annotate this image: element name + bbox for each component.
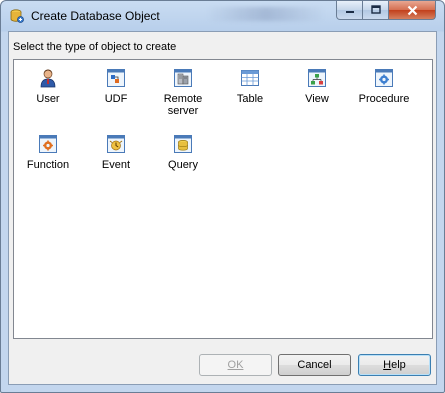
object-item-udf[interactable]: UDF: [86, 68, 146, 105]
object-label: Event: [101, 159, 131, 171]
object-item-view[interactable]: View: [287, 68, 347, 105]
help-button-mnemonic: H: [383, 359, 392, 371]
event-icon: [107, 135, 125, 153]
cancel-button-label: Cancel: [297, 359, 332, 371]
title-bar[interactable]: Create Database Object: [1, 1, 444, 31]
database-icon: [10, 9, 24, 23]
object-label: Function: [26, 159, 70, 171]
table-icon: [241, 70, 259, 86]
blurred-region: [206, 7, 326, 21]
function-icon: [39, 135, 57, 153]
udf-icon: [107, 69, 125, 87]
view-icon: [308, 69, 326, 87]
prompt-label: Select the type of object to create: [13, 41, 177, 53]
object-label: Remote server: [163, 93, 203, 117]
object-item-function[interactable]: Function: [18, 134, 78, 171]
object-item-event[interactable]: Event: [86, 134, 146, 171]
minimize-button[interactable]: [336, 1, 363, 20]
maximize-button[interactable]: [362, 1, 389, 20]
ok-button[interactable]: OK: [199, 354, 272, 376]
remote-server-icon: [174, 69, 192, 87]
object-item-remote-server[interactable]: Remote server: [153, 68, 213, 117]
window-title: Create Database Object: [31, 9, 160, 23]
maximize-icon: [370, 5, 381, 14]
object-item-user[interactable]: User: [18, 68, 78, 105]
cancel-button[interactable]: Cancel: [278, 354, 351, 376]
object-label: Procedure: [358, 93, 410, 105]
create-database-object-dialog: Create Database Object Select the type o…: [0, 0, 445, 393]
object-label: Table: [236, 93, 264, 105]
close-button[interactable]: [388, 1, 436, 20]
help-button-label: elp: [391, 359, 406, 371]
minimize-icon: [345, 11, 354, 13]
query-icon: [174, 135, 192, 153]
object-type-list[interactable]: User UDF Remote server Table View Proced…: [13, 59, 433, 339]
object-label: UDF: [104, 93, 128, 105]
close-icon: [407, 5, 417, 15]
object-label: User: [36, 93, 60, 105]
user-icon: [40, 69, 56, 88]
dialog-content: Select the type of object to create User: [8, 31, 437, 385]
object-item-query[interactable]: Query: [153, 134, 213, 171]
object-item-procedure[interactable]: Procedure: [354, 68, 414, 105]
object-label: View: [305, 93, 329, 105]
object-label: Query: [168, 159, 198, 171]
procedure-icon: [375, 69, 393, 87]
ok-button-label: OK: [227, 359, 244, 371]
object-item-table[interactable]: Table: [220, 68, 280, 105]
help-button[interactable]: Help: [358, 354, 431, 376]
